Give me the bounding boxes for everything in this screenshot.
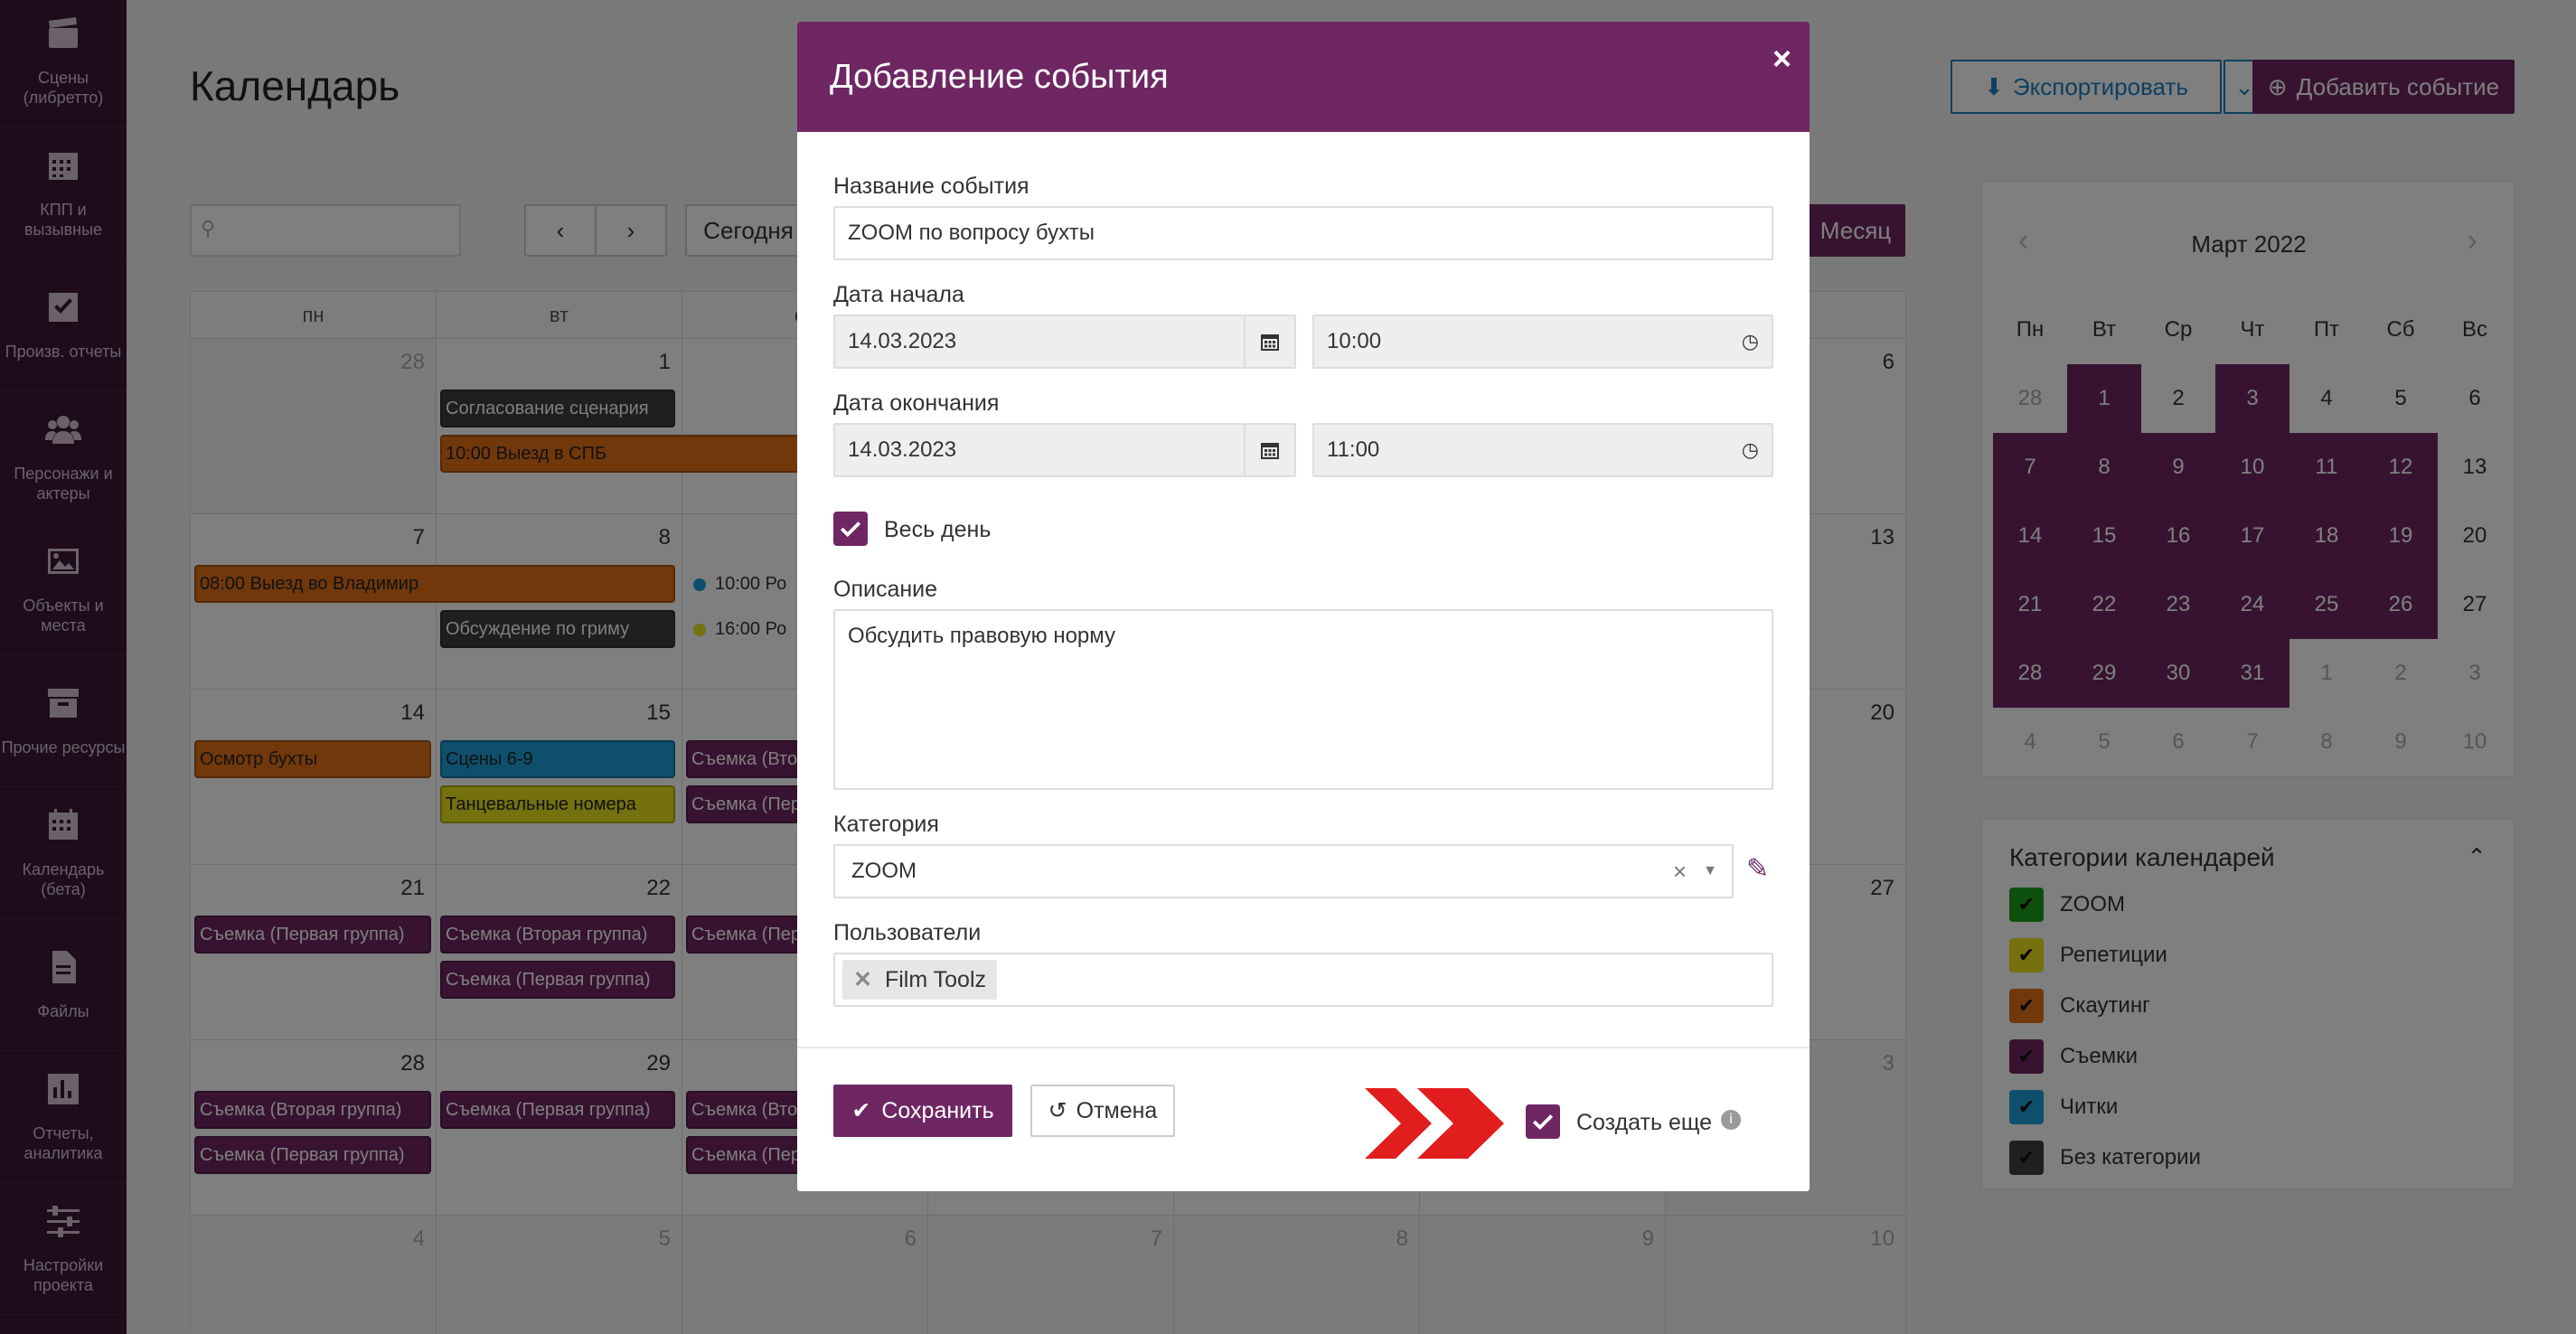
category-select[interactable]: ZOOM × ▼: [833, 844, 1734, 898]
end-date-label: Дата окончания: [833, 390, 1000, 416]
info-icon[interactable]: i: [1721, 1110, 1741, 1130]
modal-header: Добавление события ×: [797, 22, 1810, 132]
close-icon[interactable]: ×: [1772, 40, 1791, 78]
cancel-label: Отмена: [1076, 1097, 1158, 1123]
start-date-picker-button[interactable]: [1244, 315, 1296, 369]
add-event-modal: Добавление события × Название события ZO…: [797, 22, 1810, 1191]
start-time-value: 10:00: [1327, 329, 1382, 353]
user-tag: ✕ Film Toolz: [842, 960, 998, 1000]
category-label: Категория: [833, 812, 939, 837]
red-arrows-icon: [1365, 1088, 1504, 1159]
end-time-value: 11:00: [1327, 437, 1380, 462]
all-day-label: Весь день: [884, 517, 992, 542]
caret-down-icon[interactable]: ▼: [1703, 863, 1717, 879]
clock-icon: ◷: [1741, 330, 1759, 352]
event-name-input[interactable]: ZOOM по вопросу бухты: [833, 206, 1773, 260]
clock-icon: ◷: [1741, 438, 1759, 461]
create-more-checkbox[interactable]: [1526, 1104, 1560, 1139]
end-date-input[interactable]: 14.03.2023: [833, 423, 1246, 477]
checkmark-icon: ✔: [851, 1098, 871, 1123]
description-textarea[interactable]: Обсудить правовую норму: [833, 609, 1773, 790]
user-tag-label: Film Toolz: [884, 966, 987, 992]
remove-tag-icon[interactable]: ✕: [853, 966, 872, 993]
undo-icon: ↺: [1048, 1098, 1067, 1123]
modal-title: Добавление события: [830, 58, 1169, 96]
pencil-icon[interactable]: ✎: [1746, 853, 1769, 885]
save-label: Сохранить: [881, 1097, 994, 1123]
start-date-label: Дата начала: [833, 282, 964, 307]
footer-divider: [797, 1047, 1810, 1048]
checkmark-icon: [1532, 1114, 1554, 1131]
save-button[interactable]: ✔ Сохранить: [833, 1085, 1012, 1137]
end-time-input[interactable]: 11:00 ◷: [1312, 423, 1773, 477]
calendar-icon: [1261, 443, 1279, 459]
calendar-icon: [1261, 334, 1279, 351]
all-day-checkbox[interactable]: [833, 512, 868, 546]
description-label: Описание: [833, 577, 938, 602]
users-select[interactable]: ✕ Film Toolz: [833, 953, 1773, 1007]
cancel-button[interactable]: ↺ Отмена: [1030, 1085, 1175, 1137]
start-time-input[interactable]: 10:00 ◷: [1312, 315, 1773, 369]
end-date-picker-button[interactable]: [1244, 423, 1296, 477]
start-date-input[interactable]: 14.03.2023: [833, 315, 1246, 369]
checkmark-icon: [840, 521, 861, 538]
create-more-label: Создать еще: [1576, 1110, 1713, 1135]
clear-icon[interactable]: ×: [1673, 858, 1687, 886]
event-name-label: Название события: [833, 174, 1029, 199]
category-value: ZOOM: [851, 859, 917, 883]
users-label: Пользователи: [833, 920, 982, 945]
